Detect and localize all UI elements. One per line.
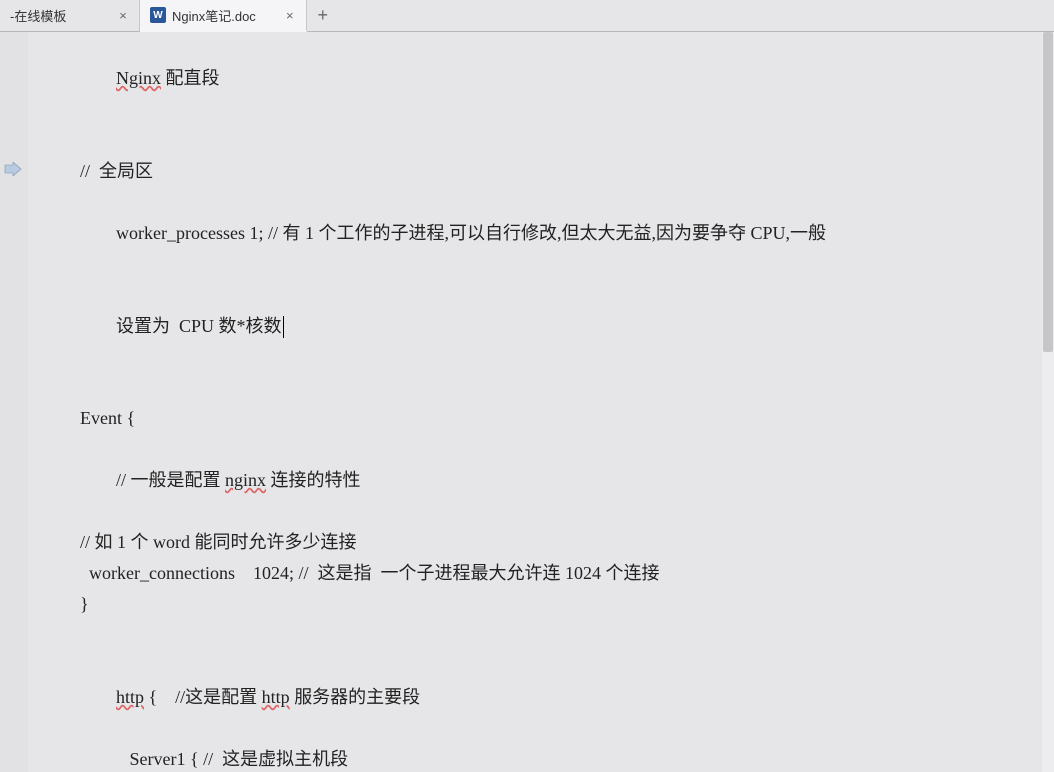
doc-text-underlined: http [116,687,144,707]
doc-text: worker_processes 1; [116,223,263,243]
document-body: Nginx 配直段 // 全局区 worker_processes 1; // … [80,32,1002,772]
doc-text-underlined: http [262,687,290,707]
doc-line: // 全局区 [80,156,1002,187]
doc-line: } [80,589,1002,620]
blank-line [80,620,1002,651]
doc-text: // 有 1 个工作的子进程,可以自行修改,但太大无益,因为要争夺 CPU,一般 [263,223,826,243]
close-icon[interactable]: × [115,8,131,24]
left-gutter [0,32,28,772]
vertical-scrollbar[interactable] [1042,32,1054,772]
doc-text: 配直段 [161,68,220,88]
doc-text: { //这是配置 [144,687,262,707]
blank-line [80,372,1002,403]
doc-text: // 一般是配置 [116,470,225,490]
word-doc-icon: W [150,7,166,23]
new-tab-button[interactable]: + [307,0,339,31]
tab-label: Nginx笔记.doc [172,6,256,25]
doc-line: Event { [80,403,1002,434]
doc-line: worker_connections 1024; // 这是指 一个子进程最大允… [80,558,1002,589]
tab-online-templates[interactable]: -在线模板 × [0,0,140,31]
tab-nginx-doc[interactable]: W Nginx笔记.doc × [140,0,307,32]
blank-line [80,125,1002,156]
scrollbar-thumb[interactable] [1043,32,1053,352]
doc-text: 设置为 CPU 数*核数 [116,316,282,336]
doc-text: Nginx [116,68,161,88]
text-cursor [283,316,284,338]
doc-line: // 如 1 个 word 能同时允许多少连接 [80,527,1002,558]
gutter-marker-icon [4,162,22,176]
doc-line: Server1 { // 这是虚拟主机段 [80,744,1002,772]
doc-text: 服务器的主要段 [290,687,421,707]
close-icon[interactable]: × [282,7,298,23]
doc-text-underlined: nginx [225,470,266,490]
tab-label: -在线模板 [10,6,89,25]
plus-icon: + [318,5,329,26]
document-viewport: Nginx 配直段 // 全局区 worker_processes 1; // … [28,32,1042,772]
tab-bar: -在线模板 × W Nginx笔记.doc × + [0,0,1054,32]
doc-text: 连接的特性 [266,470,361,490]
document-page[interactable]: Nginx 配直段 // 全局区 worker_processes 1; // … [28,32,1042,772]
